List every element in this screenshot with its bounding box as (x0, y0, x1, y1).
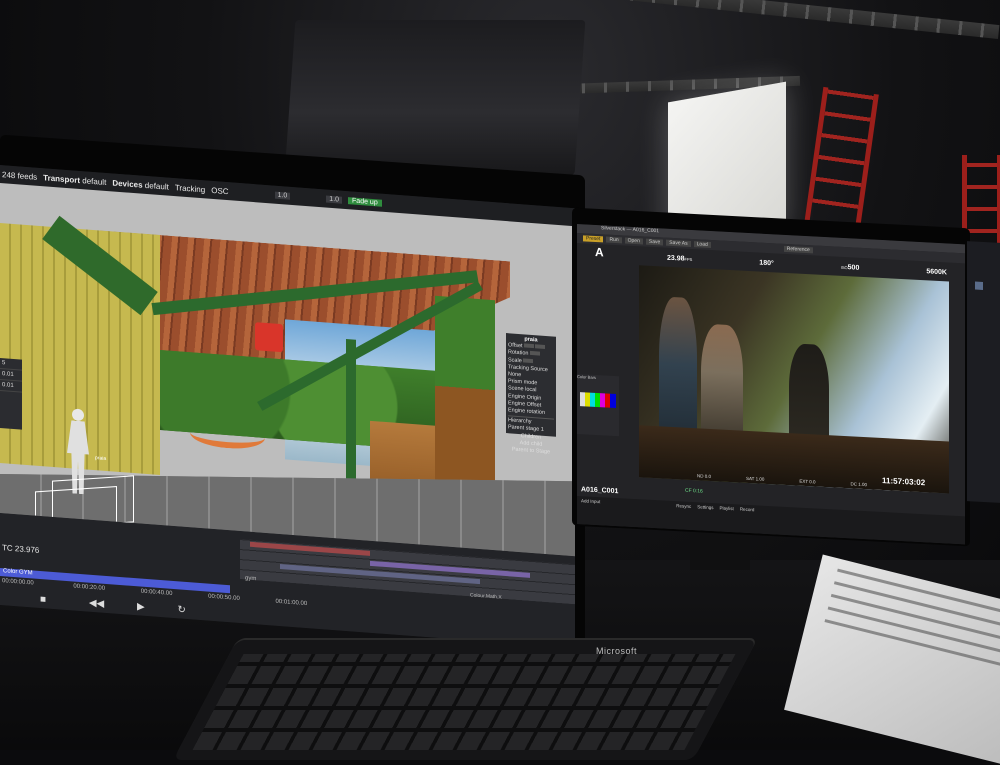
meta-item: SAT 1.00 (745, 475, 765, 482)
track-name: gym (245, 575, 257, 583)
hammock (190, 419, 265, 451)
iso-label: ISO (840, 264, 848, 271)
property-value: stage 1 (525, 425, 544, 434)
value-field-1[interactable]: 1.0 (274, 191, 291, 200)
record-button[interactable]: Record (740, 507, 755, 513)
red-lantern (255, 322, 283, 353)
iso-value: 500 (847, 264, 860, 272)
property-label: Offset (508, 342, 523, 350)
skip-back-icon[interactable]: ◀◀ (89, 598, 104, 610)
add-input-button[interactable]: Add Input (581, 498, 600, 504)
camera-letter: A (595, 244, 604, 260)
monitor-stand (690, 530, 750, 570)
resync-button[interactable]: Resync (676, 503, 691, 509)
fps-value: 23.98 (667, 254, 685, 263)
object-label: praia (95, 455, 107, 462)
silhouette-head (72, 408, 84, 422)
color-bars-label: Color Bars (577, 374, 596, 380)
color-bars-panel: Color Bars (577, 374, 619, 437)
osc-menu[interactable]: OSC (211, 185, 228, 195)
fps-readout: 23.98FPS (667, 255, 692, 263)
transport-label: Transport (43, 172, 81, 185)
transport-value: default (82, 175, 107, 187)
transport-menu[interactable]: Transport default (43, 173, 106, 187)
ruler-tick: 00:00:40.00 (140, 588, 173, 597)
3d-viewport[interactable]: praia 5 0.01 0.01 praia Offset Rotation … (0, 183, 575, 557)
right-monitor-screen: Silverstack — A016_C001 Preset Run Open … (577, 224, 965, 545)
run-button[interactable]: Run (606, 236, 622, 244)
actor-figure (701, 323, 743, 446)
video-monitor[interactable] (639, 265, 949, 494)
meta-item: EXT 0.0 (799, 478, 816, 485)
left-monitor-screen: 248 feeds Transport default Devices defa… (0, 165, 575, 649)
load-button[interactable]: Load (693, 241, 711, 249)
led-wall-panel (435, 295, 495, 501)
play-icon[interactable]: ▶ (137, 601, 145, 613)
stop-icon[interactable]: ■ (40, 594, 46, 605)
devices-menu[interactable]: Devices default (112, 178, 169, 191)
ruler-tick: 00:00:00.00 (2, 578, 34, 587)
meta-item: ND 0.0 (697, 473, 712, 480)
devices-label: Devices (112, 177, 143, 190)
timecode-rate: TC 23.976 (2, 543, 40, 555)
black-drape (284, 20, 586, 175)
white-balance: 5600K (926, 268, 947, 277)
devices-value: default (144, 180, 169, 192)
property-label: Rotation (508, 349, 529, 358)
property-value: None (508, 371, 522, 379)
card-label: CF 0:16 (685, 487, 703, 495)
ruler-tick: 00:01:00.00 (275, 598, 308, 608)
keyboard-keys[interactable] (192, 654, 736, 750)
ruler-tick: 00:00:50.00 (208, 593, 240, 603)
property-label: Scale (508, 356, 522, 364)
third-monitor-edge (967, 241, 1000, 503)
color-bars-swatch[interactable] (580, 392, 616, 409)
desktop-icon[interactable] (975, 281, 983, 290)
feeds-count: 248 feeds (2, 169, 38, 182)
clip-name: A016_C001 (581, 486, 619, 496)
track-clip[interactable] (250, 541, 370, 556)
settings-button[interactable]: Settings (697, 504, 713, 510)
side-value-panel: 5 0.01 0.01 (0, 358, 22, 430)
actor-figure (659, 296, 697, 449)
keyboard[interactable] (173, 640, 757, 760)
loop-icon[interactable]: ↻ (177, 604, 185, 616)
fps-unit: FPS (684, 256, 693, 263)
tracking-menu[interactable]: Tracking (175, 183, 205, 194)
property-label: Parent (508, 424, 525, 432)
track-side-label: Colour.Math.X (470, 592, 502, 601)
keyboard-brand: Microsoft (596, 646, 638, 656)
open-button[interactable]: Open (624, 237, 643, 245)
meta-item: DC 1.00 (850, 481, 867, 488)
save-as-button[interactable]: Save As (666, 239, 691, 247)
iso-readout: ISO500 (841, 264, 860, 272)
shutter-angle: 180° (759, 259, 774, 268)
save-button[interactable]: Save (645, 238, 664, 246)
ruler-tick: 00:00:20.00 (73, 583, 106, 592)
support-post (346, 339, 356, 480)
side-value[interactable]: 0.01 (0, 380, 22, 393)
playlist-button[interactable]: Playlist (720, 505, 734, 511)
fade-up-button[interactable]: Fade up (348, 196, 382, 207)
reference-tab[interactable]: Reference (783, 245, 813, 254)
properties-panel: praia Offset Rotation Scale Tracking Sou… (506, 333, 556, 455)
preset-button[interactable]: Preset (583, 235, 604, 243)
value-field-2[interactable]: 1.0 (326, 195, 343, 204)
